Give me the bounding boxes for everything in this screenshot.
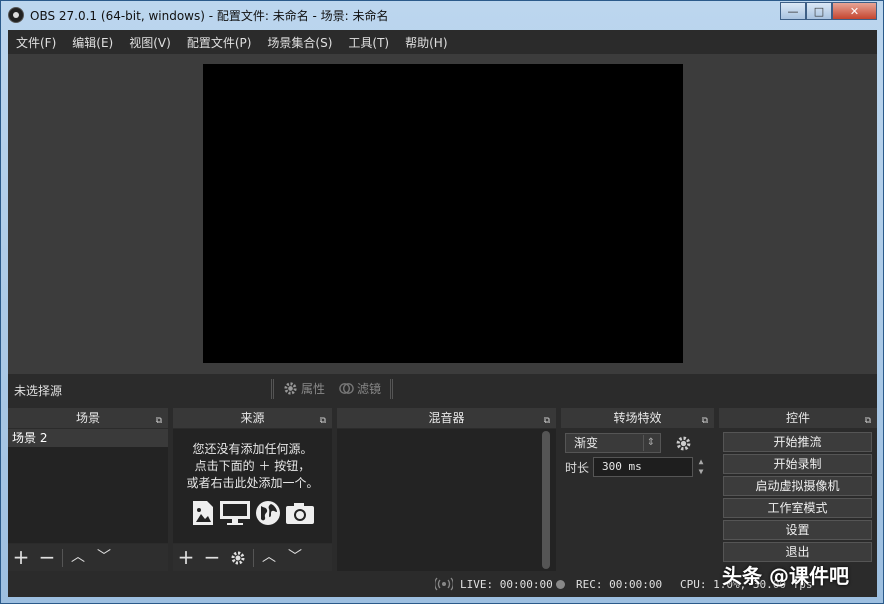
mixer-title: 混音器 xyxy=(428,411,465,425)
toolbar-separator xyxy=(390,379,393,399)
properties-label: 属性 xyxy=(301,382,326,396)
minimize-button[interactable]: — xyxy=(780,2,806,20)
exit-button[interactable]: 退出 xyxy=(723,542,872,562)
transition-gear-icon[interactable] xyxy=(675,435,692,452)
remove-source-icon[interactable]: − xyxy=(199,544,225,571)
transitions-dock: 转场特效 ⧉ 渐变 ⇕ 时长 300 ms ▲ ▼ xyxy=(561,408,714,571)
menu-help[interactable]: 帮助(H) xyxy=(397,34,455,51)
broadcast-icon xyxy=(435,577,453,591)
duration-label: 时长 xyxy=(565,460,590,475)
scenes-dock-title: 场景 ⧉ xyxy=(8,408,168,428)
sources-title: 来源 xyxy=(240,411,265,425)
undock-icon[interactable]: ⧉ xyxy=(320,411,326,431)
client-area: 文件(F) 编辑(E) 视图(V) 配置文件(P) 场景集合(S) 工具(T) … xyxy=(8,30,877,597)
preview-canvas[interactable] xyxy=(203,64,683,363)
controls-dock-title: 控件 ⧉ xyxy=(719,408,877,428)
menu-bar: 文件(F) 编辑(E) 视图(V) 配置文件(P) 场景集合(S) 工具(T) … xyxy=(8,30,877,54)
source-settings-gear-icon[interactable] xyxy=(225,550,251,566)
move-down-icon[interactable]: ﹀ xyxy=(282,544,308,571)
move-up-icon[interactable]: ︿ xyxy=(65,544,91,571)
image-icon xyxy=(192,501,213,525)
scenes-dock: 场景 ⧉ 场景 2 + − ︿ ﹀ xyxy=(8,408,168,571)
undock-icon[interactable]: ⧉ xyxy=(865,411,871,431)
move-up-icon[interactable]: ︿ xyxy=(256,544,282,571)
properties-button[interactable]: 属性 xyxy=(283,380,325,397)
undock-icon[interactable]: ⧉ xyxy=(156,411,162,431)
undock-icon[interactable]: ⧉ xyxy=(702,411,708,431)
title-bar[interactable]: OBS 27.0.1 (64-bit, windows) - 配置文件: 未命名… xyxy=(1,1,883,30)
undock-icon[interactable]: ⧉ xyxy=(544,411,550,431)
duration-value: 300 ms xyxy=(602,460,642,473)
spin-arrows-icon[interactable]: ▲ ▼ xyxy=(694,457,708,477)
menu-edit[interactable]: 编辑(E) xyxy=(64,34,121,51)
camera-icon xyxy=(285,503,314,524)
scenes-title: 场景 xyxy=(75,411,100,425)
monitor-icon xyxy=(219,501,250,525)
settings-button[interactable]: 设置 xyxy=(723,520,872,540)
globe-icon xyxy=(255,501,280,525)
record-indicator-icon xyxy=(556,580,565,589)
mixer-scrollbar[interactable] xyxy=(542,431,550,569)
filters-label: 滤镜 xyxy=(357,382,382,396)
menu-file[interactable]: 文件(F) xyxy=(8,34,64,51)
transition-selected: 渐变 xyxy=(574,436,599,450)
menu-view[interactable]: 视图(V) xyxy=(121,34,179,51)
filter-icon xyxy=(339,383,354,394)
sources-dock: 来源 ⧉ 您还没有添加任何源。 点击下面的 ＋ 按钮， 或者右击此处添加一个。 xyxy=(173,408,332,571)
mixer-dock: 混音器 ⧉ xyxy=(337,408,556,571)
menu-tools[interactable]: 工具(T) xyxy=(340,34,397,51)
dock-area: 场景 ⧉ 场景 2 + − ︿ ﹀ 来源 ⧉ 您还没有添加任何源。 点击下面的 … xyxy=(8,408,877,571)
app-window: OBS 27.0.1 (64-bit, windows) - 配置文件: 未命名… xyxy=(0,0,884,604)
scenes-toolbar: + − ︿ ﹀ xyxy=(8,544,168,571)
source-type-icons xyxy=(173,500,332,526)
empty-line: 或者右击此处添加一个。 xyxy=(186,476,319,490)
filters-button[interactable]: 滤镜 xyxy=(339,380,381,397)
move-down-icon[interactable]: ﹀ xyxy=(91,544,117,571)
list-item[interactable]: 场景 2 xyxy=(8,429,168,447)
mixer-dock-title: 混音器 ⧉ xyxy=(337,408,556,428)
transition-select-row: 渐变 ⇕ xyxy=(565,433,692,453)
chevron-updown-icon: ⇕ xyxy=(643,435,658,451)
sources-list[interactable]: 您还没有添加任何源。 点击下面的 ＋ 按钮， 或者右击此处添加一个。 xyxy=(173,429,332,543)
preview-area xyxy=(8,54,877,374)
start-streaming-button[interactable]: 开始推流 xyxy=(723,432,872,452)
divider xyxy=(253,548,254,567)
remove-scene-icon[interactable]: − xyxy=(34,544,60,571)
duration-row: 时长 300 ms ▲ ▼ xyxy=(565,457,703,477)
empty-sources-message: 您还没有添加任何源。 点击下面的 ＋ 按钮， 或者右击此处添加一个。 xyxy=(173,429,332,492)
sources-toolbar: + − ︿ ﹀ xyxy=(173,544,332,571)
close-button[interactable]: ✕ xyxy=(832,2,877,20)
toolbar-separator xyxy=(271,379,274,399)
mixer-body xyxy=(337,429,556,571)
rec-timer: REC: 00:00:00 xyxy=(576,578,663,591)
sources-dock-title: 来源 ⧉ xyxy=(173,408,332,428)
start-recording-button[interactable]: 开始录制 xyxy=(723,454,872,474)
no-source-label: 未选择源 xyxy=(14,384,63,398)
watermark: 头条 @课件吧 xyxy=(722,564,849,588)
studio-mode-button[interactable]: 工作室模式 xyxy=(723,498,872,518)
transition-select[interactable]: 渐变 ⇕ xyxy=(565,433,661,453)
maximize-button[interactable]: □ xyxy=(806,2,832,20)
source-toolbar: 未选择源 属性 滤镜 xyxy=(8,374,877,404)
window-title: OBS 27.0.1 (64-bit, windows) - 配置文件: 未命名… xyxy=(30,9,389,23)
add-scene-icon[interactable]: + xyxy=(8,544,34,571)
menu-scene-collection[interactable]: 场景集合(S) xyxy=(259,34,340,51)
obs-logo-icon xyxy=(8,7,24,23)
controls-title: 控件 xyxy=(785,411,810,425)
transitions-title: 转场特效 xyxy=(613,411,662,425)
empty-line: 点击下面的 ＋ 按钮， xyxy=(194,459,311,473)
controls-dock: 控件 ⧉ 开始推流 开始录制 启动虚拟摄像机 工作室模式 设置 退出 xyxy=(719,408,877,571)
gear-icon xyxy=(284,382,297,395)
live-timer: LIVE: 00:00:00 xyxy=(460,578,553,591)
window-controls: — □ ✕ xyxy=(780,2,877,20)
duration-spinbox[interactable]: 300 ms ▲ ▼ xyxy=(593,457,703,477)
scenes-list: 场景 2 xyxy=(8,429,168,543)
menu-profile[interactable]: 配置文件(P) xyxy=(179,34,260,51)
empty-line: 您还没有添加任何源。 xyxy=(192,442,313,456)
start-virtual-camera-button[interactable]: 启动虚拟摄像机 xyxy=(723,476,872,496)
divider xyxy=(62,548,63,567)
add-source-icon[interactable]: + xyxy=(173,544,199,571)
transitions-dock-title: 转场特效 ⧉ xyxy=(561,408,714,428)
